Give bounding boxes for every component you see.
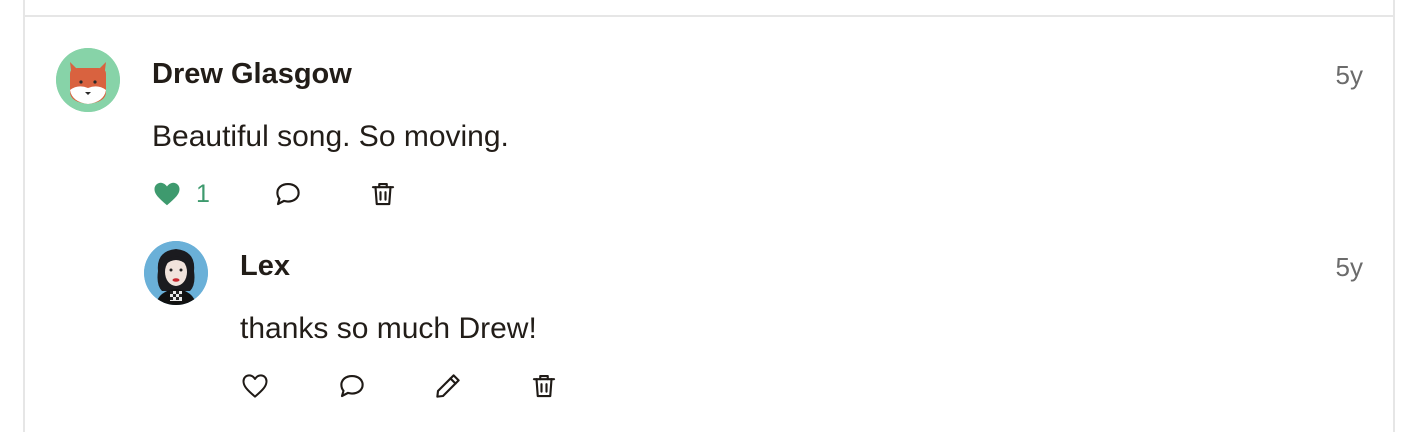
heart-icon [154,182,180,206]
like-button[interactable]: 1 [152,177,210,211]
divider [23,15,1395,17]
comment-timestamp: 5y [1335,252,1363,282]
heart-icon [242,374,268,398]
like-count: 1 [196,179,210,208]
trash-icon [371,182,395,206]
reply-button[interactable] [337,369,367,403]
comment-author[interactable]: Lex [240,252,290,281]
comment-author[interactable]: Drew Glasgow [152,60,352,89]
comment-text: Beautiful song. So moving. [152,120,509,153]
comment-text: thanks so much Drew! [240,312,537,345]
edit-button[interactable] [433,369,463,403]
comment-actions [240,369,580,403]
avatar[interactable] [144,241,208,305]
comment-actions: 1 [152,177,412,211]
fox-avatar-icon [56,48,120,112]
reply-icon [276,182,300,206]
trash-icon [532,374,556,398]
user-photo-avatar-icon [144,241,208,305]
like-button[interactable] [240,369,270,403]
comment-timestamp: 5y [1335,60,1363,90]
reply-icon [340,374,364,398]
delete-button[interactable] [368,177,398,211]
delete-button[interactable] [529,369,559,403]
pencil-icon [436,374,460,398]
avatar[interactable] [56,48,120,112]
reply-button[interactable] [273,177,303,211]
